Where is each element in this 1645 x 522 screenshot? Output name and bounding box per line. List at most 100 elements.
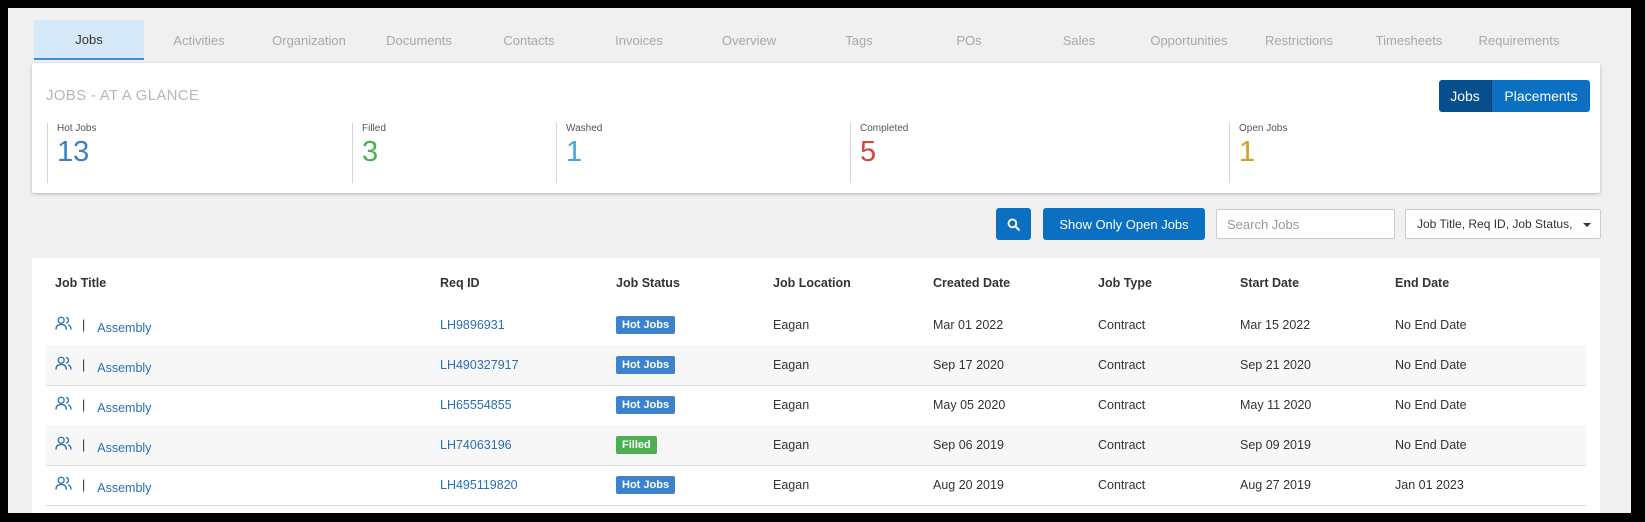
column-header-start-date[interactable]: Start Date: [1240, 276, 1299, 290]
req-id-cell: LH9896931: [440, 305, 505, 345]
table-row[interactable]: | Assembly LH490327917 Hot Jobs Eagan Sep 17 …: [46, 345, 1586, 386]
separator: |: [82, 478, 86, 492]
table-row[interactable]: | Assembly LH65554855 Hot Jobs Eagan May 05 2…: [46, 385, 1586, 426]
end-date-cell: No End Date: [1395, 438, 1467, 452]
req-id-cell: LH65554855: [440, 385, 512, 425]
req-id-link[interactable]: LH490327917: [440, 358, 519, 372]
show-only-open-jobs-button[interactable]: Show Only Open Jobs: [1043, 208, 1205, 240]
job-status-cell: Hot Jobs: [616, 465, 676, 505]
end-date-cell: Jan 01 2023: [1395, 478, 1464, 492]
job-title-link[interactable]: Assembly: [97, 355, 151, 375]
stat-value: 1: [1239, 136, 1256, 168]
search-jobs-input[interactable]: [1216, 209, 1395, 239]
req-id-link[interactable]: LH495119820: [440, 478, 518, 492]
column-header-job-location[interactable]: Job Location: [773, 276, 851, 290]
app-frame: Jobs Activities Organization Documents C…: [8, 8, 1631, 513]
start-date-cell: May 11 2020: [1240, 398, 1312, 412]
job-type-cell: Contract: [1098, 438, 1146, 452]
job-location-cell: Eagan: [773, 358, 810, 372]
req-id-link[interactable]: LH74063196: [440, 438, 512, 452]
stat-label: Washed: [566, 123, 603, 134]
stat-label: Completed: [860, 123, 909, 134]
table-row[interactable]: | Assembly LH495119820 Hot Jobs Eagan Aug 20 …: [46, 465, 1586, 506]
tab-tags[interactable]: Tags: [804, 20, 914, 60]
tab-documents[interactable]: Documents: [364, 20, 474, 60]
job-type-cell: Contract: [1098, 478, 1146, 492]
tab-opportunities[interactable]: Opportunities: [1134, 20, 1244, 60]
tab-sales[interactable]: Sales: [1024, 20, 1134, 60]
stat-value: 3: [362, 136, 379, 168]
job-title-cell: | Assembly: [55, 465, 151, 505]
job-location-cell: Eagan: [773, 318, 810, 332]
tab-contacts[interactable]: Contacts: [474, 20, 584, 60]
separator: |: [82, 318, 86, 332]
job-status-cell: Hot Jobs: [616, 345, 676, 385]
status-badge: Hot Jobs: [616, 396, 676, 414]
job-status-cell: Filled: [616, 425, 657, 465]
job-title-link[interactable]: Assembly: [97, 395, 151, 415]
stat-open-jobs: Open Jobs 1: [1229, 123, 1287, 183]
status-badge: Hot Jobs: [616, 316, 676, 334]
tab-activities[interactable]: Activities: [144, 20, 254, 60]
stat-label: Hot Jobs: [57, 123, 97, 134]
tab-pos[interactable]: POs: [914, 20, 1024, 60]
stat-hot-jobs: Hot Jobs 13: [47, 123, 96, 183]
users-icon[interactable]: [55, 356, 72, 371]
req-id-cell: LH495119820: [440, 465, 518, 505]
stat-label: Filled: [362, 123, 386, 134]
column-header-job-status[interactable]: Job Status: [616, 276, 680, 290]
job-status-cell: Hot Jobs: [616, 305, 676, 345]
select-value: Job Title, Req ID, Job Status,: [1417, 217, 1573, 231]
start-date-cell: Sep 21 2020: [1240, 358, 1311, 372]
job-type-cell: Contract: [1098, 318, 1146, 332]
job-title-cell: | Assembly: [55, 385, 151, 425]
tab-jobs[interactable]: Jobs: [34, 20, 144, 60]
stat-value: 5: [860, 136, 877, 168]
stat-washed: Washed 1: [556, 123, 602, 183]
separator: |: [82, 438, 86, 452]
req-id-link[interactable]: LH65554855: [440, 398, 512, 412]
start-date-cell: Mar 15 2022: [1240, 318, 1311, 332]
tab-overview[interactable]: Overview: [694, 20, 804, 60]
users-icon[interactable]: [55, 436, 72, 451]
column-header-req-id[interactable]: Req ID: [440, 276, 480, 290]
tab-organization[interactable]: Organization: [254, 20, 364, 60]
job-title-link[interactable]: Assembly: [97, 475, 151, 495]
stat-value: 13: [57, 136, 90, 168]
users-icon[interactable]: [55, 396, 72, 411]
stat-completed: Completed 5: [850, 123, 908, 183]
jobs-placements-toggle: Jobs Placements: [1439, 80, 1590, 112]
tab-restrictions[interactable]: Restrictions: [1244, 20, 1354, 60]
search-button[interactable]: [996, 208, 1031, 240]
job-title-link[interactable]: Assembly: [97, 315, 151, 335]
table-row[interactable]: | Assembly LH74063196 Filled Eagan Sep 06 201…: [46, 425, 1586, 466]
end-date-cell: No End Date: [1395, 398, 1467, 412]
separator: |: [82, 398, 86, 412]
tab-timesheets[interactable]: Timesheets: [1354, 20, 1464, 60]
start-date-cell: Aug 27 2019: [1240, 478, 1311, 492]
stat-value: 1: [566, 136, 583, 168]
tab-requirements[interactable]: Requirements: [1464, 20, 1574, 60]
column-header-created-date[interactable]: Created Date: [933, 276, 1010, 290]
column-header-job-type[interactable]: Job Type: [1098, 276, 1152, 290]
start-date-cell: Sep 09 2019: [1240, 438, 1311, 452]
column-header-end-date[interactable]: End Date: [1395, 276, 1449, 290]
req-id-link[interactable]: LH9896931: [440, 318, 505, 332]
search-fields-select[interactable]: Job Title, Req ID, Job Status,: [1405, 209, 1601, 239]
tab-invoices[interactable]: Invoices: [584, 20, 694, 60]
users-icon[interactable]: [55, 316, 72, 331]
status-badge: Hot Jobs: [616, 356, 676, 374]
job-title-cell: | Assembly: [55, 345, 151, 385]
column-header-job-title[interactable]: Job Title: [55, 276, 106, 290]
created-date-cell: Aug 20 2019: [933, 478, 1004, 492]
status-badge: Filled: [616, 436, 657, 454]
req-id-cell: LH490327917: [440, 345, 519, 385]
jobs-toggle-button[interactable]: Jobs: [1439, 80, 1491, 112]
chevron-down-icon: [1583, 223, 1591, 227]
created-date-cell: Mar 01 2022: [933, 318, 1004, 332]
job-title-link[interactable]: Assembly: [97, 435, 151, 455]
users-icon[interactable]: [55, 476, 72, 491]
placements-toggle-button[interactable]: Placements: [1491, 80, 1590, 112]
tab-bar: Jobs Activities Organization Documents C…: [8, 20, 1608, 60]
table-row[interactable]: | Assembly LH9896931 Hot Jobs Eagan Mar 01 20…: [46, 305, 1586, 346]
